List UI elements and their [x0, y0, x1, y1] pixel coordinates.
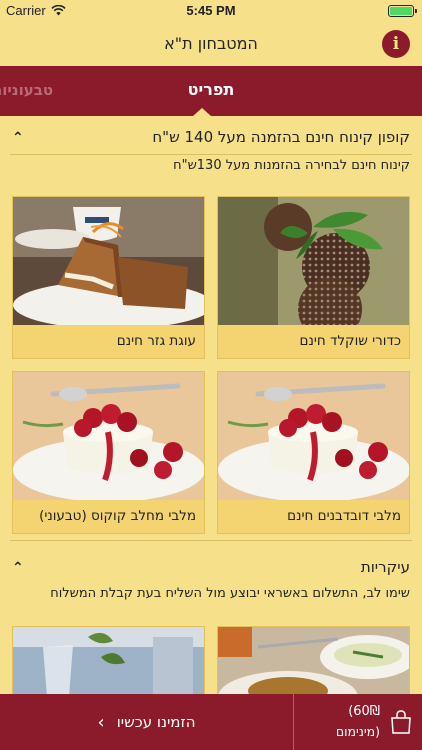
section-subtitle: שימו לב, התשלום באשראי יבוצע מול השליח ב…: [50, 586, 410, 601]
tab-indicator: [193, 108, 211, 116]
page-title: המטבחון ת"א: [164, 34, 258, 53]
status-bar: Carrier 5:45 PM: [0, 0, 422, 22]
menu-item-label: מלבי מחלב קוקוס (טבעוני): [39, 508, 196, 524]
cart-price: (60₪: [348, 704, 380, 719]
battery-icon: [388, 5, 417, 17]
cherry-malabi-image: [218, 372, 409, 500]
chevron-left-icon: ‹: [97, 711, 105, 733]
menu-item-label: כדורי שוקלד חינם: [299, 333, 401, 349]
menu-item-card[interactable]: עוגת גזר חינם: [12, 196, 205, 359]
section-title: קופון קינוח חינם בהזמנה מעל 140 ש"ח: [152, 128, 410, 146]
battery-indicator: [388, 5, 417, 17]
coconut-malabi-image: [13, 372, 204, 500]
tab-menu[interactable]: תפריט: [0, 80, 422, 99]
nav-bar: המטבחון ת"א i: [0, 22, 422, 66]
menu-item-label: מלבי דובדבנים חינם: [287, 508, 401, 524]
section-title: עיקריות: [360, 558, 410, 576]
menu-item-card[interactable]: מלבי דובדבנים חינם: [217, 371, 410, 534]
divider: [10, 540, 412, 541]
divider: [10, 154, 412, 155]
chocolate-balls-image: [218, 197, 409, 325]
carrot-cake-image: [13, 197, 204, 325]
section-subtitle: קינוח חינם לבחירה בהזמנות מעל 130ש"ח: [173, 158, 410, 173]
info-button[interactable]: i: [382, 30, 410, 58]
collapse-caret-icon[interactable]: ⌃: [12, 130, 24, 146]
main-dish-image: [13, 627, 204, 695]
cart-minimum: מינימום): [335, 724, 380, 739]
order-now-button[interactable]: ‹ הזמינו עכשיו: [0, 694, 294, 750]
menu-item-card[interactable]: מלבי מחלב קוקוס (טבעוני): [12, 371, 205, 534]
cart-button[interactable]: (60₪ מינימום): [296, 694, 422, 750]
menu-item-card[interactable]: [12, 626, 205, 696]
collapse-caret-icon[interactable]: ⌃: [12, 560, 24, 576]
category-tabs: טבעוניות תפריט: [0, 66, 422, 116]
shopping-bag-icon: [391, 710, 411, 734]
status-time: 5:45 PM: [186, 3, 236, 18]
section-header-coupon[interactable]: ⌃ קופון קינוח חינם בהזמנה מעל 140 ש"ח קי…: [0, 122, 422, 184]
bottom-order-bar: ‹ הזמינו עכשיו (60₪ מינימום): [0, 694, 422, 750]
menu-item-card[interactable]: [217, 626, 410, 696]
section-header-mains[interactable]: ⌃ עיקריות שימו לב, התשלום באשראי יבוצע מ…: [0, 540, 422, 610]
main-dish-image: [218, 627, 409, 695]
menu-item-card[interactable]: כדורי שוקלד חינם: [217, 196, 410, 359]
info-icon: i: [392, 34, 400, 54]
order-now-label: הזמינו עכשיו: [116, 713, 196, 731]
menu-item-label: עוגת גזר חינם: [116, 333, 196, 349]
